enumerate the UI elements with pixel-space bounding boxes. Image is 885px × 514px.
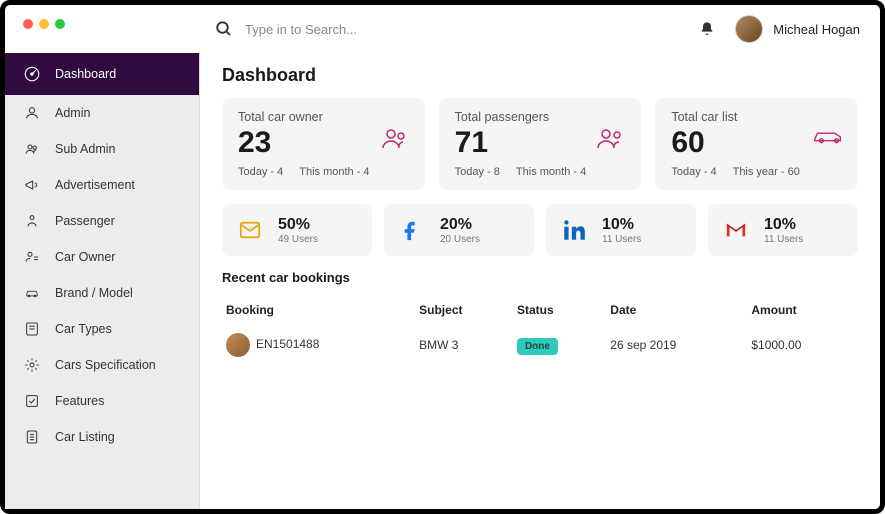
mail-icon [234,214,266,246]
close-dot[interactable] [23,19,33,29]
cell-date: 26 sep 2019 [606,325,747,365]
maximize-dot[interactable] [55,19,65,29]
sidebar-item-cars-specification[interactable]: Cars Specification [5,347,199,383]
stat-sub: Today - 4 This month - 4 [238,166,409,178]
user-icon [23,104,41,122]
social-users: 11 Users [764,234,803,245]
stat-label: Total car list [671,110,842,124]
stat-card-passengers: Total passengers 71 Today - 8 This month… [439,98,642,190]
main-content: Dashboard Total car owner 23 Today - 4 T… [200,53,880,509]
row-avatar [226,333,250,357]
stat-cards-row: Total car owner 23 Today - 4 This month … [222,98,858,190]
car-stat-icon [812,126,844,150]
sidebar-item-features[interactable]: Features [5,383,199,419]
sidebar-label: Dashboard [55,67,116,81]
stat-label: Total passengers [455,110,626,124]
linkedin-icon [558,214,590,246]
cartype-icon [23,320,41,338]
sidebar-label: Cars Specification [55,358,156,372]
social-stats-row: 50% 49 Users 20% 20 Users 10% 11 Users [222,204,858,256]
megaphone-icon [23,176,41,194]
sidebar-label: Advertisement [55,178,135,192]
facebook-icon [396,214,428,246]
window-controls [23,19,65,29]
social-card-mail: 50% 49 Users [222,204,372,256]
avatar [735,15,763,43]
sidebar-item-admin[interactable]: Admin [5,95,199,131]
stat-sub: Today - 8 This month - 4 [455,166,626,178]
topbar: Micheal Hogan [5,5,880,53]
listing-icon [23,428,41,446]
users-icon [23,140,41,158]
sidebar-label: Car Owner [55,250,115,264]
notifications-icon[interactable] [699,21,715,37]
sidebar-label: Sub Admin [55,142,115,156]
sidebar-item-brand-model[interactable]: Brand / Model [5,275,199,311]
bookings-table: Booking Subject Status Date Amount EN150… [222,295,858,365]
sidebar-label: Features [55,394,104,408]
bookings-title: Recent car bookings [222,270,858,285]
owner-icon [23,248,41,266]
user-menu[interactable]: Micheal Hogan [735,15,860,43]
col-amount: Amount [747,295,858,325]
cell-amount: $1000.00 [747,325,858,365]
sidebar-label: Car Listing [55,430,115,444]
sidebar-item-car-owner[interactable]: Car Owner [5,239,199,275]
social-pct: 20% [440,216,480,234]
username: Micheal Hogan [773,22,860,37]
cell-status: Done [513,325,606,365]
table-header-row: Booking Subject Status Date Amount [222,295,858,325]
dashboard-icon [23,65,41,83]
social-users: 20 Users [440,234,480,245]
table-row[interactable]: EN1501488 BMW 3 Done 26 sep 2019 $1000.0… [222,325,858,365]
social-pct: 50% [278,216,318,234]
sidebar-item-advertisement[interactable]: Advertisement [5,167,199,203]
owner-stat-icon [379,126,411,150]
sidebar-item-car-types[interactable]: Car Types [5,311,199,347]
social-users: 11 Users [602,234,641,245]
social-card-facebook: 20% 20 Users [384,204,534,256]
col-date: Date [606,295,747,325]
social-pct: 10% [602,216,641,234]
passenger-icon [23,212,41,230]
search-icon [215,20,233,38]
social-card-gmail: 10% 11 Users [708,204,858,256]
sidebar-label: Brand / Model [55,286,133,300]
sidebar-item-dashboard[interactable]: Dashboard [5,53,199,95]
stat-sub: Today - 4 This year - 60 [671,166,842,178]
cell-subject: BMW 3 [415,325,513,365]
sidebar: Dashboard Admin Sub Admin Advertisement … [5,53,200,509]
minimize-dot[interactable] [39,19,49,29]
page-title: Dashboard [222,65,858,86]
gmail-icon [720,214,752,246]
passenger-stat-icon [595,126,627,150]
spec-icon [23,356,41,374]
stat-card-carlist: Total car list 60 Today - 4 This year - … [655,98,858,190]
sidebar-label: Car Types [55,322,112,336]
car-brand-icon [23,284,41,302]
search-input[interactable] [245,22,545,37]
social-users: 49 Users [278,234,318,245]
col-subject: Subject [415,295,513,325]
sidebar-label: Passenger [55,214,115,228]
col-booking: Booking [222,295,415,325]
bookings-section: Recent car bookings Booking Subject Stat… [222,270,858,365]
sidebar-label: Admin [55,106,90,120]
features-icon [23,392,41,410]
search-box[interactable] [215,20,699,38]
social-card-linkedin: 10% 11 Users [546,204,696,256]
stat-card-owner: Total car owner 23 Today - 4 This month … [222,98,425,190]
stat-label: Total car owner [238,110,409,124]
social-pct: 10% [764,216,803,234]
sidebar-item-passenger[interactable]: Passenger [5,203,199,239]
sidebar-item-car-listing[interactable]: Car Listing [5,419,199,455]
sidebar-item-sub-admin[interactable]: Sub Admin [5,131,199,167]
status-badge: Done [517,338,558,355]
cell-booking: EN1501488 [222,325,415,365]
col-status: Status [513,295,606,325]
